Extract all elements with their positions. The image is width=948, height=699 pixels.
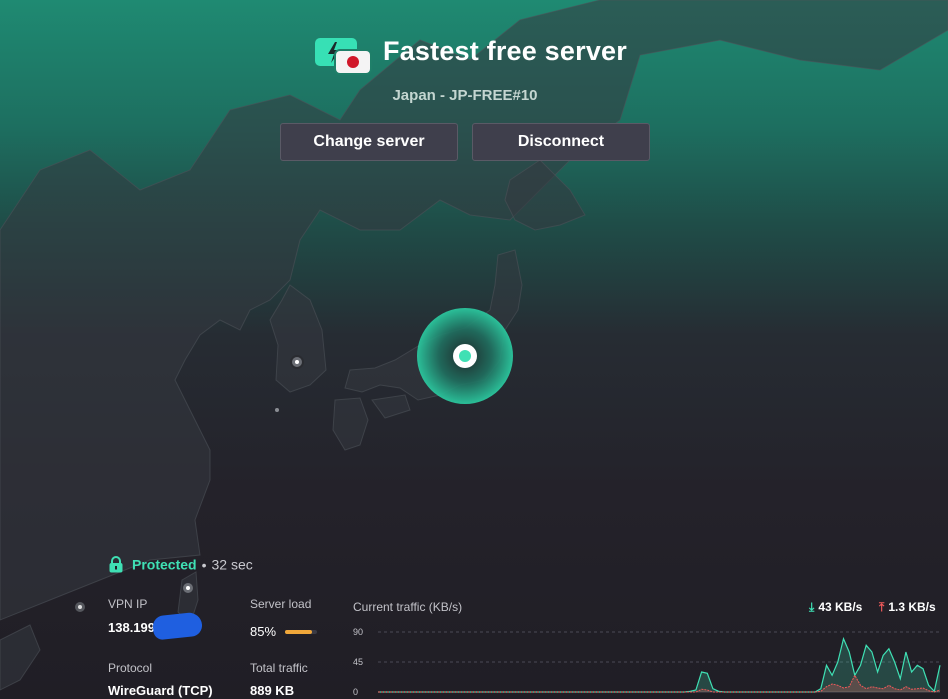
download-arrow-icon: ⤓ <box>809 600 815 614</box>
server-dot-small <box>275 408 279 412</box>
world-map <box>0 0 948 691</box>
y-tick-label: 90 <box>353 627 363 637</box>
protocol-value: WireGuard (TCP) <box>108 683 213 698</box>
download-rate-value: 43 KB/s <box>818 600 863 614</box>
upload-rate: ⤒ 1.3 KB/s <box>879 600 936 615</box>
server-dot-taiwan-center <box>186 586 190 590</box>
japan-shikoku <box>371 394 411 419</box>
islands-region <box>0 624 41 691</box>
upload-rate-value: 1.3 KB/s <box>888 600 936 614</box>
protected-label: Protected <box>132 556 197 573</box>
connected-marker-core <box>459 350 471 362</box>
server-load-bar-fill <box>285 630 313 634</box>
vpn-ip-label: VPN IP <box>108 597 148 611</box>
japan-flag-icon <box>336 51 370 73</box>
download-rate: ⤓ 43 KB/s <box>809 600 862 615</box>
protocol-label: Protocol <box>108 661 153 675</box>
server-dot-left-center <box>78 605 82 609</box>
server-load-label: Server load <box>250 597 312 611</box>
traffic-chart: 90 45 0 <box>353 627 941 697</box>
server-load-value: 85% <box>250 624 277 639</box>
page-title: Fastest free server <box>383 36 627 66</box>
total-traffic-label: Total traffic <box>250 661 308 675</box>
server-logo <box>314 36 372 76</box>
y-tick-label: 0 <box>353 687 358 697</box>
connection-duration: 32 sec <box>211 556 253 573</box>
traffic-chart-title: Current traffic (KB/s) <box>353 600 463 614</box>
y-tick-label: 45 <box>353 657 363 667</box>
change-server-button[interactable]: Change server <box>280 123 458 161</box>
lock-icon <box>108 556 124 576</box>
disconnect-button[interactable]: Disconnect <box>472 123 650 161</box>
japan-kyushu <box>332 397 369 451</box>
total-traffic-value: 889 KB <box>250 683 295 698</box>
server-dot-korea-center <box>295 360 299 364</box>
korea-region <box>269 284 327 393</box>
upload-arrow-icon: ⤒ <box>879 600 885 614</box>
status-separator: • <box>201 556 207 573</box>
protection-status: Protected • 32 sec <box>108 556 253 576</box>
server-load-bar <box>285 630 317 634</box>
server-subtitle: Japan - JP-FREE#10 <box>392 87 538 104</box>
vpn-ip-value: 138.199. <box>108 620 159 635</box>
